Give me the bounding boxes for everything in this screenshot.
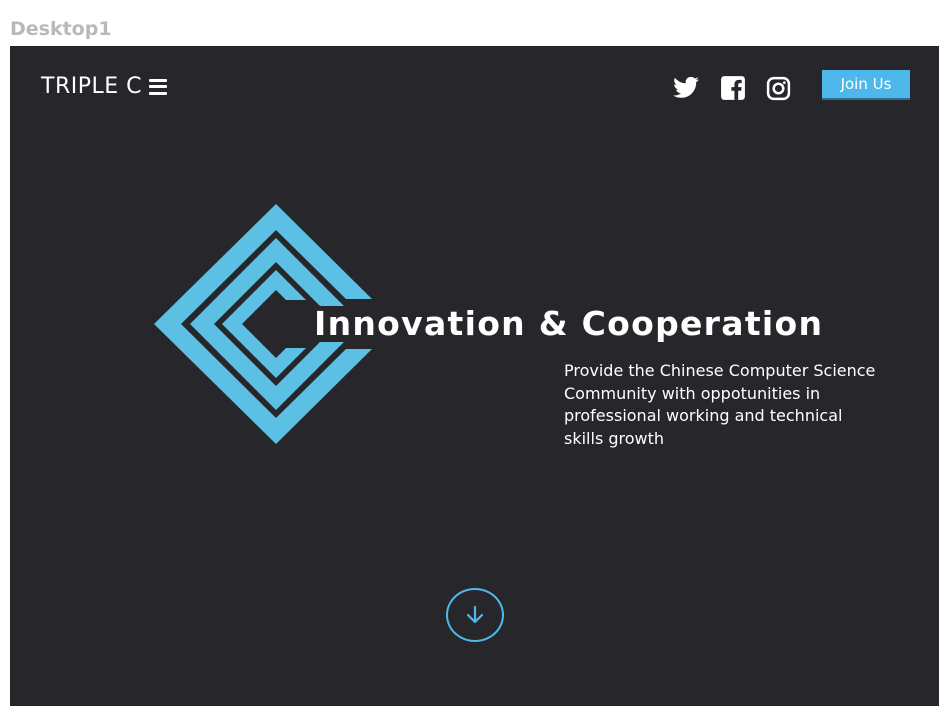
artboard-label: Desktop1 (10, 18, 112, 40)
instagram-icon[interactable] (766, 76, 791, 101)
scroll-down-button[interactable] (446, 588, 504, 642)
hero-subline: Provide the Chinese Computer Science Com… (564, 361, 876, 448)
twitter-icon[interactable] (672, 74, 700, 102)
hamburger-icon[interactable] (149, 78, 167, 95)
join-us-button[interactable]: Join Us (822, 70, 910, 100)
facebook-icon[interactable] (720, 75, 746, 101)
hero-headline: Innovation & Cooperation (314, 304, 824, 343)
arrow-down-icon (466, 605, 484, 624)
brand-menu-toggle[interactable]: TRIPLE C (41, 74, 167, 99)
landing-page: TRIPLE C Join Us Innovation & Cooperatio… (10, 46, 939, 706)
brand-name: TRIPLE C (41, 74, 142, 99)
